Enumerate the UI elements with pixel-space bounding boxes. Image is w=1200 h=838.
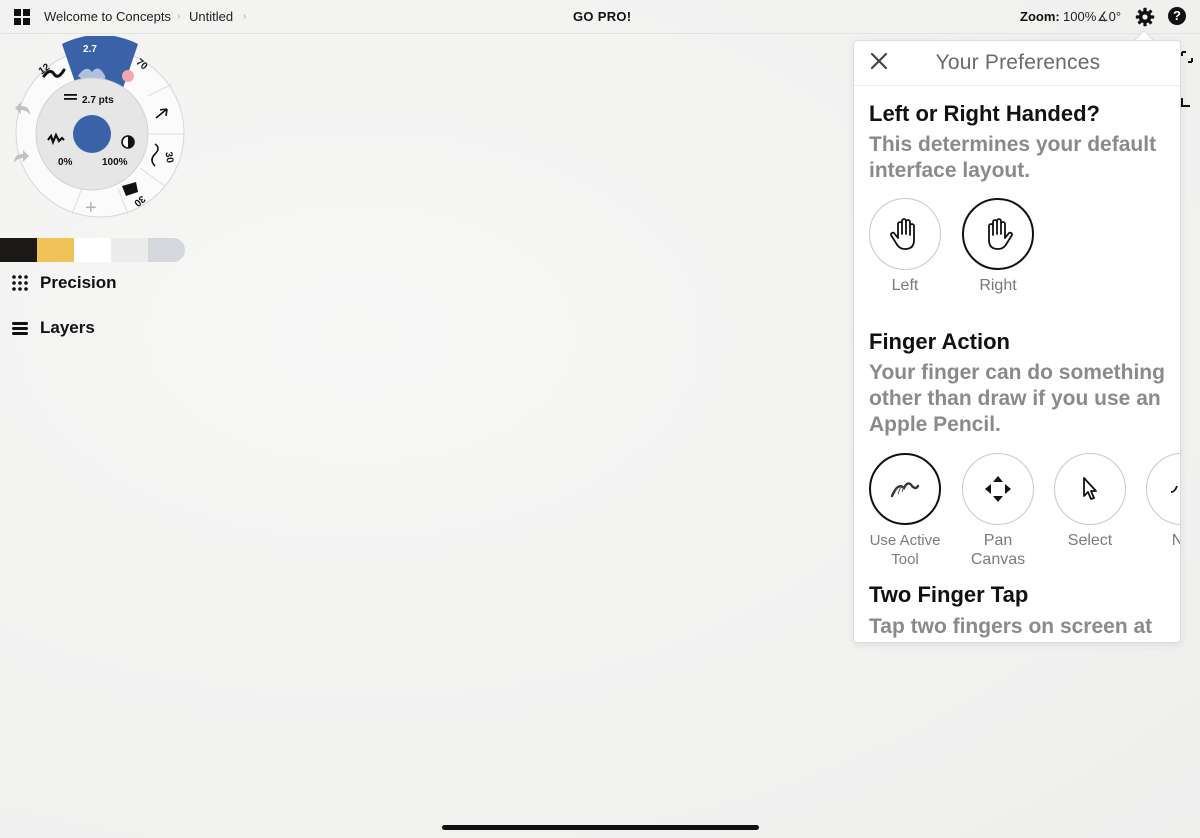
help-icon[interactable]: ? bbox=[1168, 7, 1186, 25]
preferences-panel: Your Preferences Left or Right Handed? T… bbox=[853, 40, 1181, 643]
nudge-option[interactable]: Nu bbox=[1142, 453, 1180, 550]
left-hand-option[interactable]: Left bbox=[865, 198, 945, 295]
option-circle[interactable] bbox=[869, 198, 941, 270]
expand-icon[interactable] bbox=[1180, 50, 1194, 64]
preferences-title: Your Preferences bbox=[935, 51, 1101, 74]
min-percent-label: 0% bbox=[58, 157, 73, 168]
color-swatch[interactable] bbox=[111, 238, 148, 262]
breadcrumb-current[interactable]: Untitled bbox=[189, 9, 233, 24]
select-option[interactable]: Select bbox=[1050, 453, 1130, 550]
collapse-icon[interactable] bbox=[1180, 96, 1194, 110]
gear-icon[interactable] bbox=[1135, 7, 1155, 27]
color-swatch[interactable] bbox=[148, 238, 185, 262]
option-label: Use Active Tool bbox=[869, 532, 941, 568]
max-percent-label: 100% bbox=[102, 157, 128, 168]
nudge-icon bbox=[1170, 485, 1178, 493]
option-circle[interactable] bbox=[1146, 453, 1180, 525]
layers-label: Layers bbox=[40, 318, 95, 337]
option-label: Right bbox=[979, 277, 1017, 294]
handed-description: This determines your default interface l… bbox=[869, 133, 1157, 182]
zoom-label: Zoom: bbox=[1020, 9, 1060, 24]
precision-grid-icon bbox=[12, 275, 28, 291]
right-hand-option[interactable]: Right bbox=[958, 198, 1038, 295]
right-hand-icon bbox=[988, 218, 1013, 250]
zoom-value[interactable]: 100% bbox=[1063, 9, 1096, 24]
two-finger-tap-heading: Two Finger Tap bbox=[869, 582, 1029, 607]
pointer-icon bbox=[1083, 477, 1097, 500]
top-bar: Welcome to Concepts › Untitled › GO PRO!… bbox=[0, 0, 1200, 34]
breadcrumb-home[interactable]: Welcome to Concepts bbox=[44, 9, 171, 24]
eraser-color-icon[interactable] bbox=[122, 70, 134, 82]
option-label: Select bbox=[1067, 532, 1113, 549]
precision-label: Precision bbox=[40, 273, 117, 292]
finger-action-description: Your finger can do something other than … bbox=[869, 361, 1165, 436]
pan-canvas-option[interactable]: Pan Canvas bbox=[958, 453, 1038, 569]
use-active-tool-option[interactable]: Use Active Tool bbox=[865, 453, 945, 569]
undo-icon[interactable] bbox=[12, 100, 32, 118]
option-label: Left bbox=[891, 277, 919, 294]
brush-stroke-icon bbox=[890, 482, 920, 498]
option-circle[interactable] bbox=[962, 453, 1034, 525]
gallery-grid-icon[interactable] bbox=[14, 9, 30, 25]
color-swatch[interactable] bbox=[74, 238, 111, 262]
redo-icon[interactable] bbox=[12, 148, 32, 166]
move-arrows-icon bbox=[985, 476, 1011, 502]
color-swatch[interactable] bbox=[0, 238, 37, 262]
preferences-header: Your Preferences bbox=[854, 41, 1180, 86]
color-palette bbox=[0, 238, 185, 262]
option-circle[interactable] bbox=[1054, 453, 1126, 525]
color-swatch[interactable] bbox=[37, 238, 74, 262]
breadcrumb-chevron-icon: › bbox=[243, 11, 247, 22]
layers-button[interactable]: Layers bbox=[11, 318, 95, 338]
option-circle[interactable] bbox=[962, 198, 1034, 270]
handed-heading: Left or Right Handed? bbox=[869, 101, 1100, 126]
rotation-value[interactable]: ∡0° bbox=[1097, 9, 1121, 25]
finger-action-heading: Finger Action bbox=[869, 329, 1010, 354]
layers-icon bbox=[12, 322, 28, 335]
two-finger-tap-description: Tap two fingers on screen at bbox=[869, 615, 1153, 638]
option-label: Pan Canvas bbox=[970, 532, 1026, 568]
brush-size-readout: 2.7 pts bbox=[82, 95, 114, 106]
tool-wheel[interactable]: 2.7 pts 2.7 12 70 30 30 0% 100% + bbox=[0, 36, 200, 226]
precision-button[interactable]: Precision bbox=[11, 273, 117, 293]
option-label: Nu bbox=[1142, 531, 1180, 550]
active-color-swatch[interactable] bbox=[73, 115, 111, 153]
brush-size-value: 2.7 bbox=[83, 44, 97, 55]
home-indicator bbox=[442, 825, 759, 830]
go-pro-button[interactable]: GO PRO! bbox=[573, 9, 631, 24]
breadcrumb-chevron-icon: › bbox=[177, 11, 181, 22]
option-circle[interactable] bbox=[869, 453, 941, 525]
left-hand-icon bbox=[890, 218, 915, 250]
add-tool-button[interactable]: + bbox=[85, 197, 97, 219]
